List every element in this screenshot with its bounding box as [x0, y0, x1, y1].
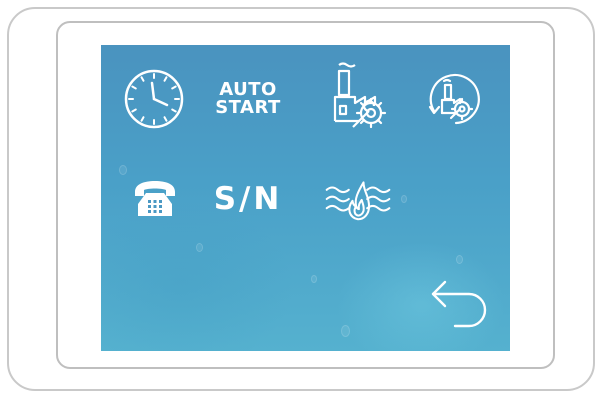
phone-icon [135, 181, 175, 216]
phone-button[interactable] [120, 164, 190, 234]
touch-screen: AUTO START S/N [101, 45, 510, 351]
water-droplet [401, 195, 407, 203]
serial-number-label: S/N [213, 180, 283, 217]
factory-service-icon [333, 62, 387, 129]
clock-icon [124, 69, 184, 129]
back-arrow-icon [431, 280, 487, 328]
factory-cycle-icon [428, 74, 480, 125]
back-button[interactable] [423, 267, 493, 337]
burner-button[interactable] [323, 164, 393, 234]
serial-number-button[interactable]: S/N [213, 164, 283, 234]
water-droplet [311, 275, 317, 283]
auto-start-line2: START [215, 97, 281, 118]
water-droplet [341, 325, 350, 337]
water-droplet [456, 255, 463, 264]
factory-cycle-button[interactable] [421, 64, 491, 134]
factory-service-button[interactable] [323, 61, 393, 131]
clock-button[interactable] [119, 64, 189, 134]
flame-airflow-icon [325, 181, 391, 221]
auto-start-button[interactable]: AUTO START [213, 64, 283, 134]
water-droplet [196, 243, 203, 252]
